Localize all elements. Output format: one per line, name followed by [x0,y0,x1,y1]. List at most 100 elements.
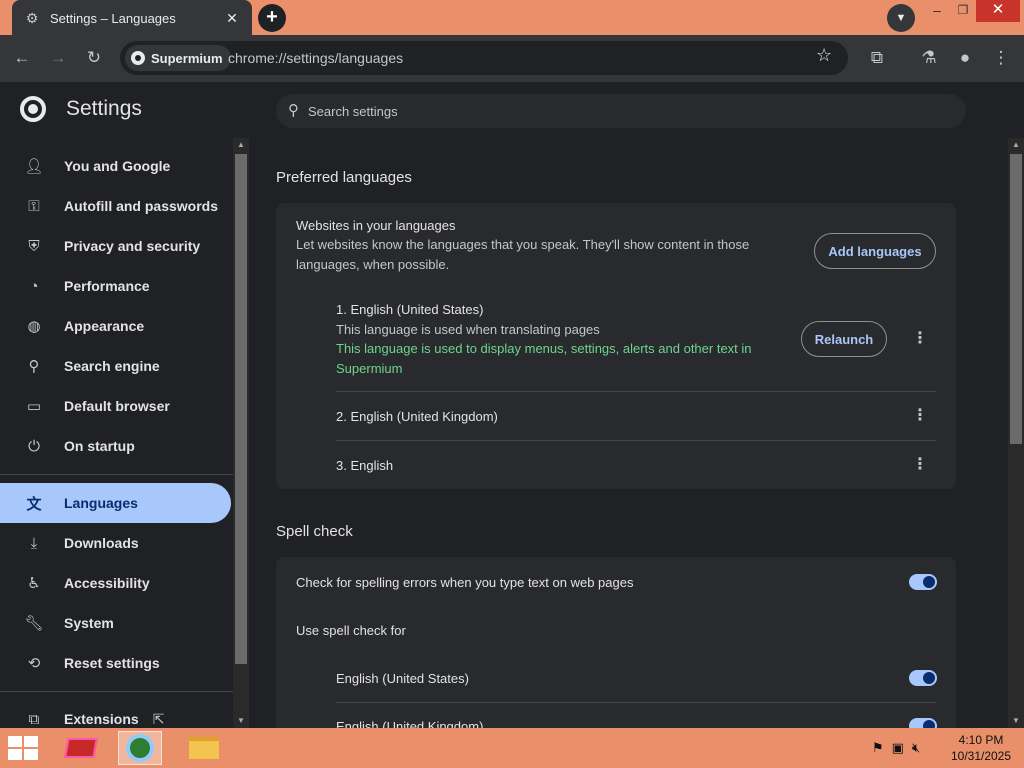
settings-title: Settings [66,97,142,120]
spell-check-language: English (United Kingdom) [336,719,484,728]
settings-nav: 👤︎ You and Google ⚿ Autofill and passwords… [0,146,233,738]
scroll-down-arrow-icon[interactable]: ▼ [1008,714,1024,728]
spell-check-language-toggle[interactable] [909,670,937,686]
labs-button[interactable]: ⚗ [916,45,942,71]
puzzle-icon: ⧉ [28,710,40,728]
url-text[interactable]: chrome://settings/languages [228,50,403,66]
sidebar-item-label: Default browser [64,398,170,414]
site-info-chip[interactable]: Supermium [125,45,231,71]
sidebar-item-reset-settings[interactable]: ⟲ Reset settings [0,643,233,683]
reset-icon: ⟲ [27,655,41,672]
app-icon [64,738,98,758]
accessibility-icon: ♿︎ [27,575,41,592]
divider [336,702,936,703]
sidebar-item-performance[interactable]: ◔ Performance [0,266,233,306]
spell-check-heading: Spell check [276,523,353,540]
open-external-icon: ⇱ [152,710,165,727]
scroll-down-arrow-icon[interactable]: ▼ [233,714,249,728]
browser-logo-icon [131,51,145,65]
wrench-icon: 🔧︎ [24,615,44,632]
language-name: 3. English [336,458,394,473]
shield-icon: ⛨ [28,237,40,255]
sidebar-item-accessibility[interactable]: ♿︎ Accessibility [0,563,233,603]
sidebar-item-downloads[interactable]: ⤓ Downloads [0,523,233,563]
taskbar-clock[interactable]: 4:10 PM 10/31/2025 [946,732,1016,764]
sidebar-item-you-and-google[interactable]: 👤︎ You and Google [0,146,233,186]
palette-icon: ◍ [27,318,41,335]
sidebar-item-label: Downloads [64,535,139,551]
volume-muted-icon[interactable]: 🔇︎ [912,740,920,756]
language-menu-icon[interactable]: ⋮ [912,406,928,426]
site-info-chip-label: Supermium [151,50,223,66]
sidebar-item-on-startup[interactable]: ⏻ On startup [0,426,233,466]
sidebar-scrollbar[interactable]: ▲ ▼ [233,138,249,728]
tab-search-button[interactable]: ▼ [887,4,915,32]
sidebar-item-label: Accessibility [64,575,150,591]
start-button[interactable] [8,736,38,760]
spell-check-toggle[interactable] [909,574,937,590]
nav-divider [0,691,233,692]
extensions-button[interactable]: ⧉ [864,45,890,71]
reload-button[interactable]: ↻ [81,45,107,71]
main-scrollbar[interactable]: ▲ ▼ [1008,138,1024,728]
maximize-button[interactable]: ❐ [950,0,976,22]
nav-divider [0,474,233,475]
preferred-languages-card: Websites in your languages Let websites … [276,203,956,489]
sidebar-item-system[interactable]: 🔧︎ System [0,603,233,643]
bookmark-star-icon[interactable]: ☆ [816,45,832,66]
language-name: 1. English (United States) [336,302,484,317]
tab-close-button[interactable]: ✕ [224,10,240,27]
key-icon: ⚿ [28,197,40,215]
power-icon: ⏻ [28,437,40,455]
tab-settings-languages[interactable]: ⚙ Settings – Languages ✕ [12,0,252,36]
settings-search[interactable]: ⚲ [276,94,966,128]
profile-button[interactable]: ● [952,45,978,71]
taskbar-app-file-explorer[interactable] [182,731,226,765]
arrow-right-icon: → [49,48,67,67]
taskbar: ⚑ ▣ 🔇︎ 4:10 PM 10/31/2025 [0,728,1024,768]
sidebar-item-label: System [64,615,114,631]
add-languages-button[interactable]: Add languages [814,233,936,269]
back-button[interactable]: ← [9,45,35,71]
address-bar[interactable]: Supermium chrome://settings/languages ☆ [120,41,848,75]
use-spell-check-for-label: Use spell check for [296,623,406,638]
sidebar-item-label: Reset settings [64,655,160,671]
sidebar-item-autofill[interactable]: ⚿ Autofill and passwords [0,186,233,226]
sidebar-item-label: Languages [64,495,138,511]
language-menu-icon[interactable]: ⋮ [912,455,928,475]
flag-icon[interactable]: ⚑ [872,740,884,756]
language-name: 2. English (United Kingdom) [336,409,498,424]
sidebar-item-default-browser[interactable]: ▭ Default browser [0,386,233,426]
scroll-up-arrow-icon[interactable]: ▲ [1008,138,1024,152]
taskbar-app-red[interactable] [59,731,103,765]
scroll-up-arrow-icon[interactable]: ▲ [233,138,249,152]
close-window-button[interactable]: ✕ [976,0,1020,22]
translate-icon: 文 [26,495,42,513]
relaunch-button[interactable]: Relaunch [801,321,887,357]
sidebar-item-appearance[interactable]: ◍ Appearance [0,306,233,346]
tab-title: Settings – Languages [50,10,176,26]
search-input[interactable] [308,94,948,128]
menu-button[interactable]: ⋮ [988,45,1014,71]
websites-languages-description: Let websites know the languages that you… [296,237,750,272]
sidebar-item-search-engine[interactable]: ⚲ Search engine [0,346,233,386]
browser-icon [126,734,154,762]
divider [336,391,936,392]
sidebar-item-privacy[interactable]: ⛨ Privacy and security [0,226,233,266]
network-icon[interactable]: ▣ [892,740,904,756]
main-scrollbar-thumb[interactable] [1010,154,1022,444]
taskbar-app-browser[interactable] [118,731,162,765]
title-bar: ⚙ Settings – Languages ✕ + ▼ – ❐ ✕ [0,0,1024,36]
spell-check-language-toggle[interactable] [909,718,937,728]
sidebar-item-languages[interactable]: 文 Languages [0,483,231,523]
sidebar-item-label: You and Google [64,158,171,174]
chevron-down-icon: ▼ [895,12,907,24]
language-display-note: This language is used to display menus, … [336,341,752,376]
minimize-button[interactable]: – [924,0,950,22]
language-menu-icon[interactable]: ⋮ [912,329,928,349]
forward-button[interactable]: → [45,45,71,71]
search-icon: ⚲ [288,102,299,119]
browser-toolbar: ← → ↻ Supermium chrome://settings/langua… [0,35,1024,82]
new-tab-button[interactable]: + [258,4,286,32]
sidebar-scrollbar-thumb[interactable] [235,154,247,664]
